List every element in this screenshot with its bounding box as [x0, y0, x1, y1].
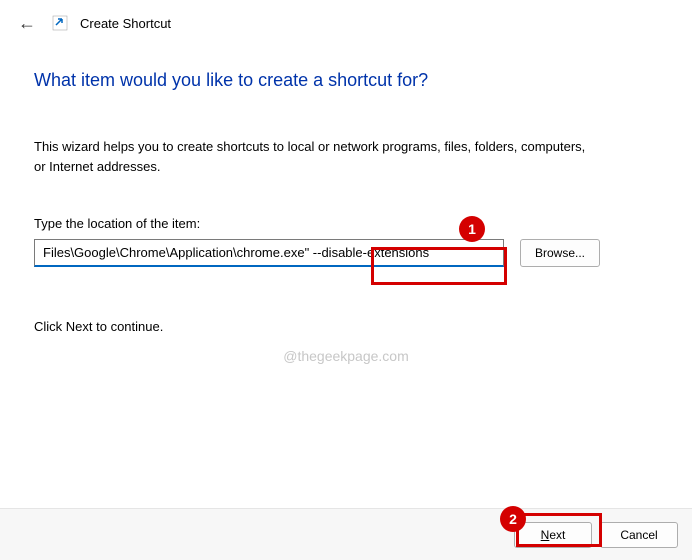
wizard-footer: Next Cancel — [0, 508, 692, 560]
watermark-text: @thegeekpage.com — [283, 348, 409, 364]
wizard-content: What item would you like to create a sho… — [0, 44, 692, 334]
wizard-header: ← Create Shortcut — [0, 0, 692, 44]
back-arrow-icon[interactable]: ← — [14, 10, 40, 36]
header-title: Create Shortcut — [80, 16, 171, 31]
continue-hint: Click Next to continue. — [34, 319, 658, 334]
browse-button[interactable]: Browse... — [520, 239, 600, 267]
cancel-button[interactable]: Cancel — [600, 522, 678, 548]
location-row: Browse... — [34, 239, 658, 267]
location-input[interactable] — [34, 239, 504, 267]
location-label: Type the location of the item: — [34, 216, 658, 231]
wizard-description: This wizard helps you to create shortcut… — [34, 137, 594, 176]
next-button[interactable]: Next — [514, 522, 592, 548]
page-heading: What item would you like to create a sho… — [34, 70, 658, 91]
shortcut-icon — [52, 15, 68, 31]
